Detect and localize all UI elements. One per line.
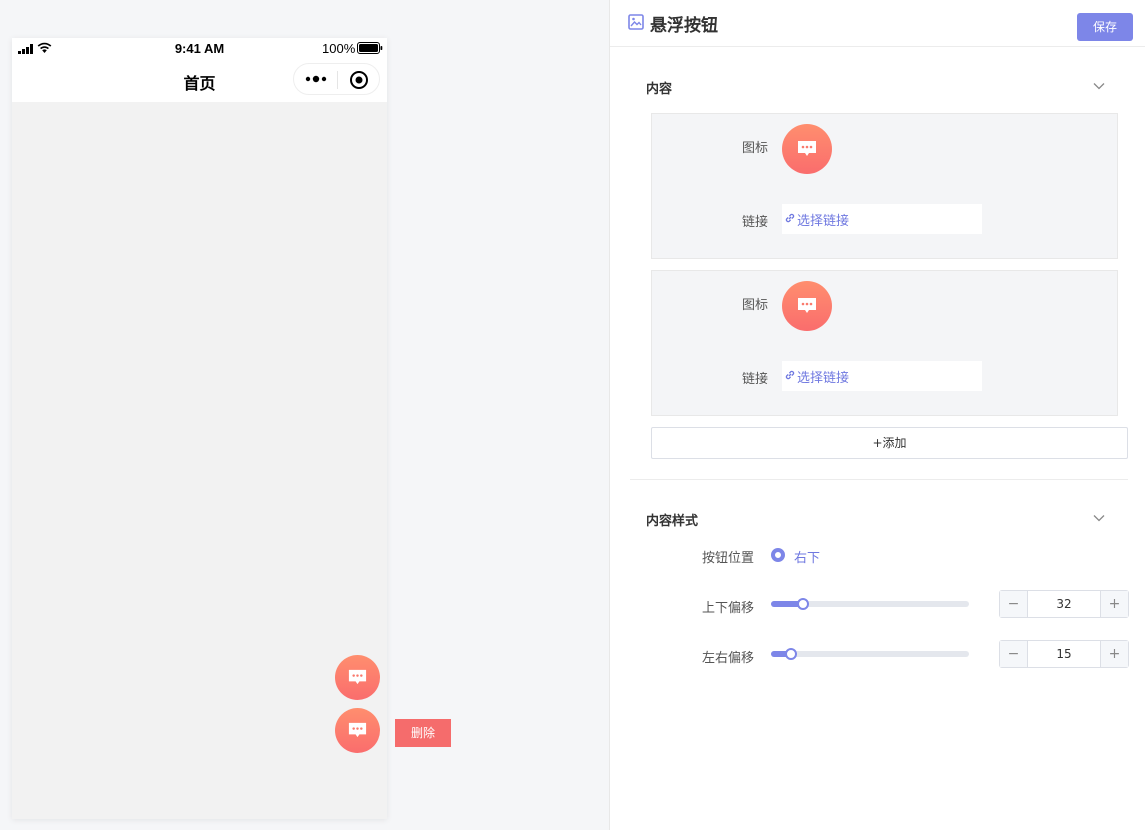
image-icon [628,14,644,30]
content-item-2: 图标 链接 选择链接 [651,270,1118,416]
chat-icon [348,722,367,738]
save-button[interactable]: 保存 [1077,13,1133,41]
battery-icon [357,42,383,54]
horizontal-offset-input[interactable]: 15 [1028,641,1100,667]
settings-panel: 悬浮按钮 保存 内容 图标 链接 选择链接 图标 链接 选择链接 +添加 内容样… [609,0,1145,830]
battery-percent: 100% [322,41,356,56]
floating-button-1[interactable] [335,655,380,700]
more-icon[interactable] [304,72,328,86]
vertical-offset-label: 上下偏移 [702,601,755,616]
position-radio-bottom-right[interactable] [771,548,785,562]
icon-label: 图标 [742,298,769,313]
mini-program-capsule[interactable] [293,63,380,95]
horizontal-offset-stepper: − 15 + [999,640,1129,668]
link-icon [785,213,795,223]
section-title-style: 内容样式 [646,514,699,529]
decrement-button[interactable]: − [1000,591,1028,617]
delete-button[interactable]: 删除 [395,719,451,747]
chat-icon [348,669,367,685]
status-bar: 9:41 AM 100% [12,38,387,59]
chat-icon [798,298,816,313]
phone-preview: 9:41 AM 100% 首页 删除 [12,38,451,819]
position-radio-label[interactable]: 右下 [794,547,820,566]
vertical-offset-slider[interactable] [771,598,969,610]
capsule-divider [337,71,338,89]
decrement-button[interactable]: − [1000,641,1028,667]
add-item-button[interactable]: +添加 [651,427,1128,459]
panel-title: 悬浮按钮 [650,16,718,36]
chat-icon [798,141,816,156]
horizontal-offset-slider[interactable] [771,648,969,660]
position-label: 按钮位置 [702,551,755,566]
nav-bar: 首页 [12,59,387,102]
link-label: 链接 [742,372,769,387]
content-item-1: 图标 链接 选择链接 [651,113,1118,259]
floating-button-2[interactable] [335,708,380,753]
link-selector[interactable]: 选择链接 [782,361,982,391]
link-icon [785,370,795,380]
link-label: 链接 [742,215,769,230]
target-icon[interactable] [349,70,369,90]
section-title-content: 内容 [646,82,673,97]
link-placeholder: 选择链接 [797,371,850,386]
section-divider [630,479,1128,480]
link-placeholder: 选择链接 [797,214,850,229]
icon-label: 图标 [742,141,769,156]
vertical-offset-stepper: − 32 + [999,590,1129,618]
chevron-down-icon[interactable] [1092,79,1106,93]
vertical-offset-input[interactable]: 32 [1028,591,1100,617]
icon-picker[interactable] [782,281,832,331]
increment-button[interactable]: + [1100,641,1128,667]
horizontal-offset-label: 左右偏移 [702,651,755,666]
link-selector[interactable]: 选择链接 [782,204,982,234]
slider-thumb[interactable] [797,598,809,610]
increment-button[interactable]: + [1100,591,1128,617]
chevron-down-icon[interactable] [1092,511,1106,525]
panel-header: 悬浮按钮 保存 [610,0,1145,47]
icon-picker[interactable] [782,124,832,174]
slider-thumb[interactable] [785,648,797,660]
